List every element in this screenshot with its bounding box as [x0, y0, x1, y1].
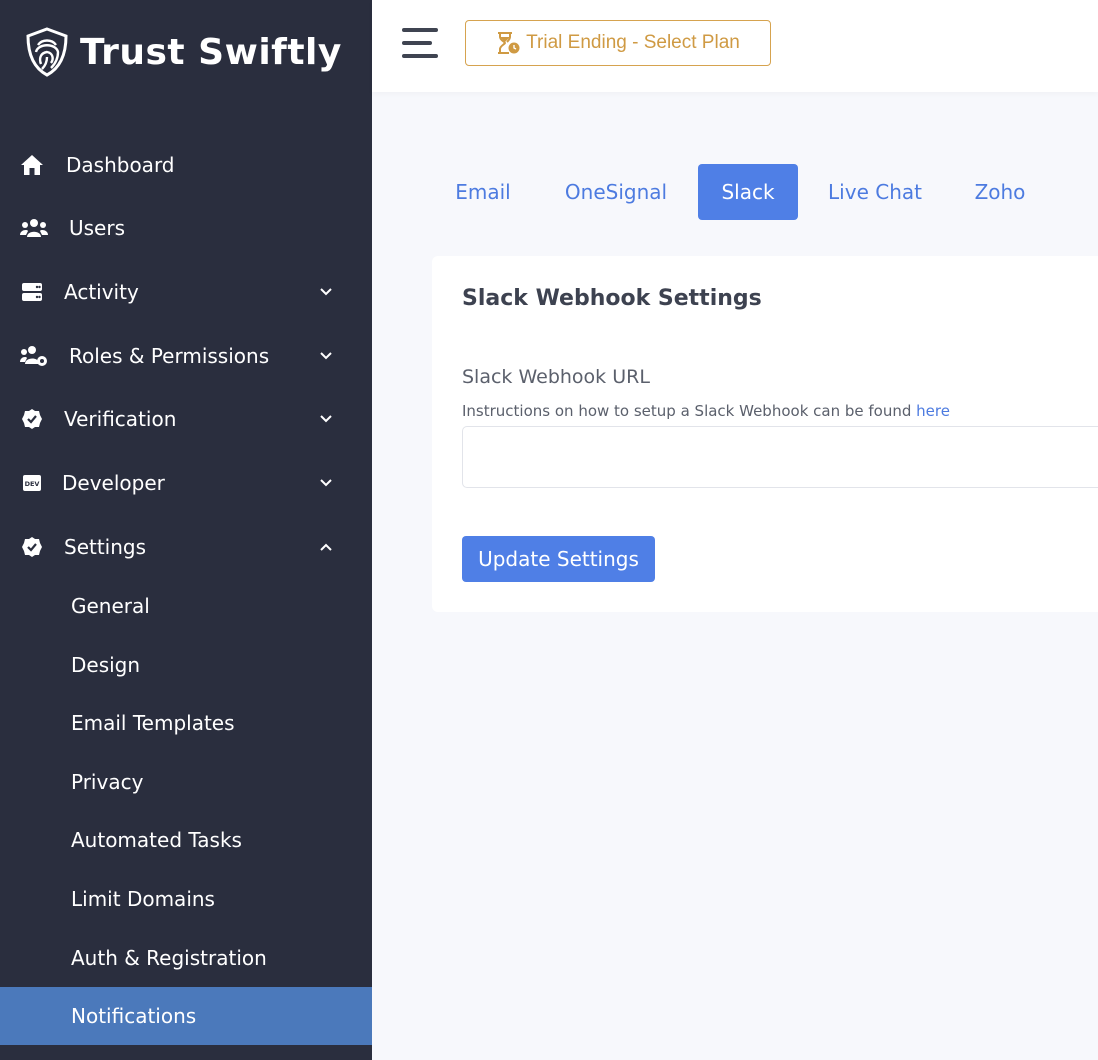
sidebar-subitem-notifications[interactable]: Notifications [0, 987, 372, 1045]
sidebar-subitem-email-templates[interactable]: Email Templates [0, 694, 372, 752]
tab-zoho[interactable]: Zoho [958, 164, 1042, 220]
sidebar-item-roles-permissions[interactable]: Roles & Permissions [0, 328, 372, 384]
users-icon [20, 216, 48, 240]
server-icon [20, 280, 44, 304]
sidebar-subitem-label: Limit Domains [71, 887, 215, 911]
chevron-down-icon [320, 352, 332, 360]
webhook-help-text: Instructions on how to setup a Slack Web… [462, 402, 950, 420]
sidebar-item-activity[interactable]: Activity [0, 264, 372, 320]
sidebar-subitem-general[interactable]: General [0, 577, 372, 635]
sidebar-subitem-label: Auth & Registration [71, 946, 267, 970]
sidebar-item-label: Verification [64, 407, 177, 431]
brand-name: Trust Swiftly [80, 31, 342, 73]
dev-icon: DEV [20, 471, 44, 495]
hourglass-clock-icon [498, 32, 520, 54]
sidebar-subitem-privacy[interactable]: Privacy [0, 753, 372, 811]
sidebar-item-label: Activity [64, 280, 139, 304]
sidebar-item-label: Users [69, 216, 126, 240]
sidebar-subitem-limit-domains[interactable]: Limit Domains [0, 870, 372, 928]
tab-onesignal[interactable]: OneSignal [548, 164, 684, 220]
tab-live-chat[interactable]: Live Chat [814, 164, 936, 220]
fingerprint-shield-icon [26, 27, 68, 77]
sidebar-item-settings[interactable]: Settings [0, 519, 372, 575]
badge-check-icon [20, 535, 44, 559]
brand[interactable]: Trust Swiftly [24, 26, 342, 78]
webhook-url-input[interactable] [462, 426, 1098, 488]
sidebar-subitem-label: Email Templates [71, 711, 235, 735]
home-icon [20, 153, 44, 177]
tab-email[interactable]: Email [440, 164, 526, 220]
sidebar-item-verification[interactable]: Verification [0, 391, 372, 447]
users-gear-icon [20, 344, 48, 368]
update-settings-button[interactable]: Update Settings [462, 536, 655, 582]
menu-toggle-icon[interactable] [402, 28, 438, 58]
sidebar-subitem-label: Privacy [71, 770, 144, 794]
tab-slack[interactable]: Slack [698, 164, 798, 220]
card-title: Slack Webhook Settings [462, 286, 762, 311]
sidebar-item-dashboard[interactable]: Dashboard [0, 137, 372, 193]
webhook-url-label: Slack Webhook URL [462, 366, 650, 388]
sidebar-subitem-auth-registration[interactable]: Auth & Registration [0, 929, 372, 987]
sidebar-subitem-automated-tasks[interactable]: Automated Tasks [0, 811, 372, 869]
sidebar-item-label: Roles & Permissions [69, 344, 270, 368]
sidebar-item-developer[interactable]: DEV Developer [0, 455, 372, 511]
svg-text:DEV: DEV [25, 480, 40, 488]
help-link[interactable]: here [916, 402, 950, 420]
sidebar-subitem-label: Automated Tasks [71, 828, 242, 852]
sidebar-item-label: Developer [62, 471, 165, 495]
trial-plan-button[interactable]: Trial Ending - Select Plan [465, 20, 771, 66]
topbar: Trial Ending - Select Plan [372, 0, 1098, 92]
chevron-down-icon [320, 288, 332, 296]
chevron-down-icon [320, 415, 332, 423]
chevron-down-icon [320, 479, 332, 487]
sidebar-subitem-label: Notifications [71, 1004, 197, 1028]
sidebar-subitem-label: Design [71, 653, 141, 677]
sidebar-item-label: Settings [64, 535, 147, 559]
sidebar-subitem-label: General [71, 594, 150, 618]
sidebar: Trust Swiftly Dashboard Users Activity R… [0, 0, 372, 1060]
sidebar-item-label: Dashboard [66, 153, 175, 177]
trial-button-label: Trial Ending - Select Plan [526, 32, 740, 53]
sidebar-subitem-design[interactable]: Design [0, 636, 372, 694]
badge-check-icon [20, 407, 44, 431]
help-text: Instructions on how to setup a Slack Web… [462, 402, 917, 420]
slack-settings-card: Slack Webhook Settings Slack Webhook URL… [432, 256, 1098, 612]
chevron-up-icon [320, 543, 332, 551]
sidebar-item-users[interactable]: Users [0, 200, 372, 256]
